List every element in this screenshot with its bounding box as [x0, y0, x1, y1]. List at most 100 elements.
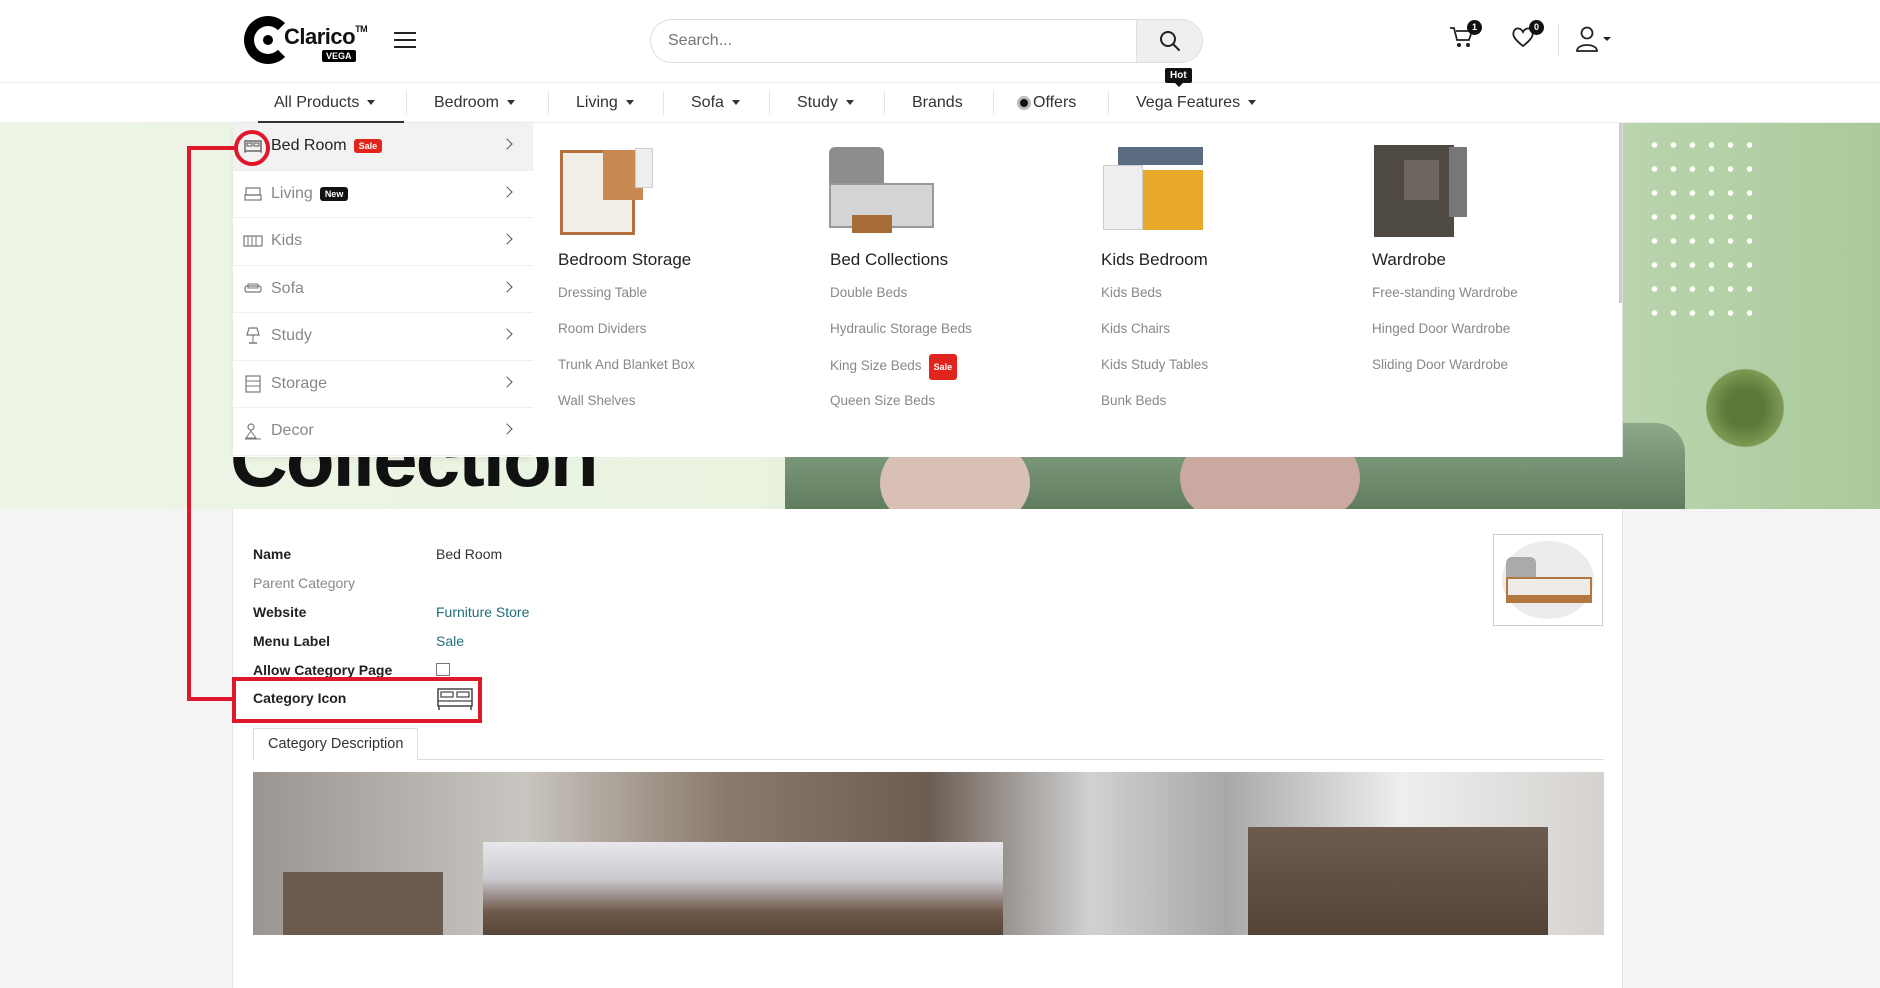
- menu-link[interactable]: King Size Beds Sale: [830, 354, 1055, 390]
- field-label: Website: [253, 604, 307, 620]
- hamburger-menu-icon[interactable]: [394, 32, 416, 50]
- menu-column-title[interactable]: Wardrobe: [1372, 250, 1597, 270]
- chevron-right-icon: [501, 185, 513, 198]
- annotation-connector: [187, 146, 235, 150]
- sale-tag: Sale: [928, 354, 958, 380]
- category-item-kids[interactable]: Kids: [233, 218, 533, 266]
- category-form-card: Name Bed Room Parent Category Website Fu…: [232, 509, 1623, 988]
- menu-link[interactable]: Sliding Door Wardrobe: [1372, 354, 1597, 390]
- form-tabs: Category Description: [253, 728, 1604, 761]
- offers-icon: [1017, 95, 1031, 110]
- menu-column-title[interactable]: Bedroom Storage: [558, 250, 783, 270]
- menu-link[interactable]: Queen Size Beds: [830, 390, 1055, 426]
- allow-category-page-checkbox[interactable]: [436, 663, 450, 676]
- bedroom-storage-image[interactable]: [555, 145, 670, 240]
- menu-link[interactable]: Free-standing Wardrobe: [1372, 282, 1597, 318]
- hero-cactus-image: [1700, 363, 1790, 453]
- mega-menu-panel: Bedroom Storage Dressing Table Room Divi…: [533, 123, 1623, 457]
- category-label: Study: [271, 327, 312, 345]
- search-input[interactable]: [651, 20, 1137, 62]
- nav-study[interactable]: Study: [797, 83, 854, 123]
- menu-link[interactable]: Wall Shelves: [558, 390, 783, 426]
- category-menu: Bed Room Sale Living New Kids Sofa Study…: [233, 123, 533, 457]
- cart-button[interactable]: 1: [1448, 20, 1482, 54]
- menu-link[interactable]: Trunk And Blanket Box: [558, 354, 783, 390]
- menu-column-title[interactable]: Bed Collections: [830, 250, 1055, 270]
- nav-bedroom[interactable]: Bedroom: [434, 83, 515, 123]
- nav-living[interactable]: Living: [576, 83, 634, 123]
- nav-sofa[interactable]: Sofa: [691, 83, 740, 123]
- wishlist-count-badge: 0: [1529, 20, 1544, 35]
- website-link[interactable]: Furniture Store: [436, 604, 529, 620]
- hot-badge: Hot: [1165, 68, 1192, 87]
- user-icon: [1576, 26, 1611, 52]
- logo-sub: VEGA: [322, 50, 356, 62]
- menu-column-title[interactable]: Kids Bedroom: [1101, 250, 1326, 270]
- annotation-highlight-box: [232, 677, 482, 723]
- brand-logo[interactable]: ClaricoTM VEGA: [244, 16, 368, 68]
- cart-count-badge: 1: [1467, 20, 1482, 35]
- header: ClaricoTM VEGA 1 0: [0, 0, 1880, 83]
- field-label: Parent Category: [253, 575, 355, 591]
- logo-word: ClaricoTM: [284, 24, 368, 49]
- category-label: Kids: [271, 232, 303, 250]
- menu-link[interactable]: Hinged Door Wardrobe: [1372, 318, 1597, 354]
- menu-link[interactable]: Room Dividers: [558, 318, 783, 354]
- menu-column: Bedroom Storage Dressing Table Room Divi…: [533, 145, 783, 426]
- menu-link[interactable]: Double Beds: [830, 282, 1055, 318]
- search-icon: [1160, 31, 1180, 51]
- menu-link[interactable]: Kids Study Tables: [1101, 354, 1326, 390]
- chevron-right-icon: [501, 328, 513, 340]
- category-description-image: [253, 772, 1604, 935]
- menu-link[interactable]: Kids Beds: [1101, 282, 1326, 318]
- chevron-right-icon: [501, 233, 513, 245]
- category-label: Decor: [271, 422, 314, 440]
- new-tag: New: [319, 186, 349, 201]
- category-item-bed-room[interactable]: Bed Room Sale: [233, 123, 533, 171]
- menu-link[interactable]: Bunk Beds: [1101, 390, 1326, 426]
- chevron-right-icon: [501, 423, 513, 435]
- field-label: Name: [253, 546, 292, 562]
- annotation-highlight-circle: [234, 130, 270, 166]
- kids-bedroom-image[interactable]: [1098, 145, 1213, 240]
- wardrobe-image[interactable]: [1369, 145, 1484, 240]
- menu-link[interactable]: Kids Chairs: [1101, 318, 1326, 354]
- nav-all-products[interactable]: All Products: [274, 83, 376, 123]
- chevron-right-icon: [501, 375, 513, 388]
- search-bar: [650, 19, 1203, 63]
- sale-tag: Sale: [353, 139, 383, 154]
- tab-category-description[interactable]: Category Description: [253, 728, 419, 761]
- menu-column: Bed Collections Double Beds Hydraulic St…: [805, 145, 1055, 426]
- account-menu[interactable]: [1574, 24, 1614, 54]
- menu-label-value[interactable]: Sale: [436, 633, 464, 649]
- name-value[interactable]: Bed Room: [436, 546, 502, 562]
- category-label: Sofa: [271, 279, 304, 297]
- living-icon: [244, 187, 262, 201]
- field-label: Menu Label: [253, 633, 331, 649]
- category-item-living[interactable]: Living New: [233, 171, 533, 218]
- menu-link[interactable]: Hydraulic Storage Beds: [830, 318, 1055, 354]
- category-image[interactable]: [1493, 534, 1603, 626]
- search-button[interactable]: [1136, 20, 1202, 62]
- category-label: Living: [271, 184, 313, 202]
- category-item-decor[interactable]: Decor: [233, 408, 533, 456]
- wishlist-button[interactable]: 0: [1510, 20, 1544, 54]
- menu-column: Kids Bedroom Kids Beds Kids Chairs Kids …: [1076, 145, 1326, 426]
- category-item-study[interactable]: Study: [233, 313, 533, 361]
- bed-collections-image[interactable]: [827, 145, 942, 240]
- lamp-icon: [246, 327, 260, 344]
- category-label: Bed Room: [271, 137, 347, 155]
- nav-offers[interactable]: Offers: [1017, 83, 1076, 123]
- category-item-sofa[interactable]: Sofa: [233, 266, 533, 313]
- nav-vega-features[interactable]: Vega Features: [1136, 83, 1257, 123]
- hero-dot-pattern: [1645, 133, 1765, 333]
- annotation-connector: [187, 697, 233, 701]
- decor-icon: [245, 423, 261, 440]
- annotation-connector: [187, 146, 191, 701]
- menu-scrollbar[interactable]: [1619, 123, 1622, 303]
- menu-link[interactable]: Dressing Table: [558, 282, 783, 318]
- header-divider: [1558, 24, 1559, 56]
- nav-brands[interactable]: Brands: [912, 83, 963, 123]
- category-item-storage[interactable]: Storage: [233, 361, 533, 408]
- chevron-right-icon: [501, 138, 513, 150]
